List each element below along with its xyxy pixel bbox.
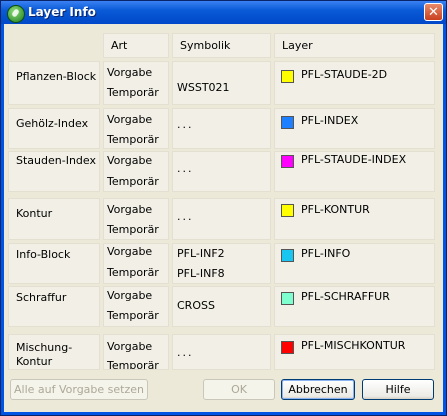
layer-color-swatch[interactable] [281,249,294,262]
layer-color-swatch[interactable] [281,292,294,305]
art-temporaer[interactable]: Temporär [107,219,159,241]
art-temporaer[interactable]: Temporär [107,82,159,104]
art-temporaer[interactable]: Temporär [107,305,159,327]
layer-name[interactable]: PFL-INDEX [301,114,358,127]
reset-to-default-button[interactable]: Alle auf Vorgabe setzen [10,379,148,400]
row-label-kontur: Kontur [16,207,53,220]
dialog-body: Art Symbolik Layer Pflanzen-Block Vorgab… [4,24,443,412]
row-label-gehoelz-index: Gehölz-Index [16,117,89,130]
art-temporaer[interactable]: Temporär [107,129,159,151]
header-symbolik: Symbolik [180,39,231,52]
symbolik-value[interactable]: ... [177,116,194,134]
layer-name[interactable]: PFL-STAUDE-2D [301,68,387,81]
row-label-stauden-index: Stauden-Index [16,154,96,167]
art-vorgabe[interactable]: Vorgabe [107,336,152,358]
title-bar[interactable]: Layer Info ✕ [1,1,446,24]
symbolik-value[interactable]: WSST021 [177,79,230,97]
close-button[interactable]: ✕ [424,3,443,21]
help-button[interactable]: Hilfe [362,379,434,400]
layer-cell[interactable] [274,243,435,284]
layer-color-swatch[interactable] [281,341,294,354]
layer-name[interactable]: PFL-KONTUR [301,203,370,216]
layer-color-swatch[interactable] [281,116,294,129]
symbolik-value[interactable]: ... [177,344,194,362]
art-vorgabe[interactable]: Vorgabe [107,199,152,221]
window-title: Layer Info [28,5,96,19]
header-art: Art [111,39,128,52]
row-label-pflanzen-block: Pflanzen-Block [16,70,97,83]
art-vorgabe[interactable]: Vorgabe [107,241,152,263]
row-label-schraffur: Schraffur [16,291,67,304]
art-vorgabe[interactable]: Vorgabe [107,109,152,131]
art-temporaer[interactable]: Temporär [107,356,159,369]
symbolik-value[interactable]: CROSS [177,297,215,315]
cancel-button[interactable]: Abbrechen [281,379,355,400]
row-label-mischung: Mischung- [16,341,73,354]
layer-info-dialog: Layer Info ✕ Art Symbolik Layer Pflanzen… [0,0,447,416]
art-temporaer[interactable]: Temporär [107,171,159,193]
symbolik-value[interactable]: ... [177,160,194,178]
app-icon [7,5,25,23]
symbolik-value[interactable]: ... [177,208,194,226]
layer-name[interactable]: PFL-STAUDE-INDEX [301,153,406,166]
art-vorgabe[interactable]: Vorgabe [107,285,152,307]
symbolik-value[interactable]: PFL-INF2 [177,245,225,263]
layer-color-swatch[interactable] [281,155,294,168]
layer-name[interactable]: PFL-INFO [301,247,350,260]
symbolik-value-2[interactable]: PFL-INF8 [177,265,225,283]
layer-color-swatch[interactable] [281,204,294,217]
layer-color-swatch[interactable] [281,70,294,83]
ok-button[interactable]: OK [203,379,275,400]
row-label-kontur-2: Kontur [16,355,53,368]
layer-name[interactable]: PFL-SCHRAFFUR [301,290,390,303]
row-label-info-block: Info-Block [16,248,71,261]
art-temporaer[interactable]: Temporär [107,262,159,284]
art-vorgabe[interactable]: Vorgabe [107,150,152,172]
art-vorgabe[interactable]: Vorgabe [107,62,152,84]
layer-name[interactable]: PFL-MISCHKONTUR [301,339,405,352]
header-layer: Layer [282,39,313,52]
